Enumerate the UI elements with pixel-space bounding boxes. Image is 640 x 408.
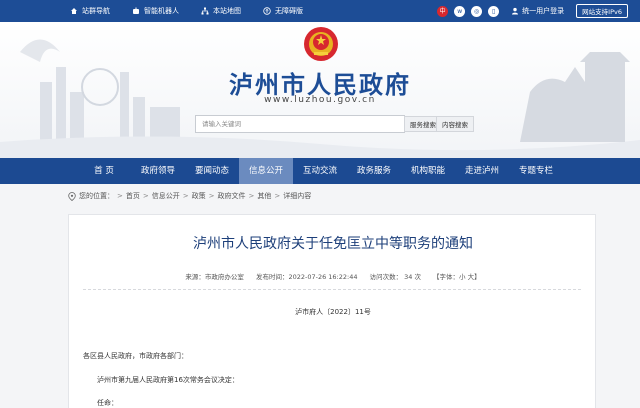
breadcrumb-policy[interactable]: 政策: [192, 191, 206, 201]
divider: [83, 289, 581, 290]
robot-icon: [133, 7, 139, 14]
weibo-icon[interactable]: w: [454, 5, 466, 17]
ipv6-badge: 网站支持IPv6: [576, 4, 628, 18]
nav-item-services[interactable]: 政务服务: [347, 158, 401, 184]
site-group-nav-label: 站群导航: [82, 7, 110, 15]
article-greeting: 各区县人民政府，市政府各部门：: [83, 352, 188, 360]
sitemap-label: 本站地图: [213, 7, 241, 15]
top-right-tools: 中 w ◎ ▯ 统一用户登录 网站支持IPv6: [437, 0, 628, 22]
nav-item-institutions[interactable]: 机构职能: [401, 158, 455, 184]
breadcrumb-separator: >: [182, 192, 189, 200]
breadcrumb-separator: >: [274, 192, 281, 200]
sitemap-icon: [201, 7, 209, 15]
unified-login-label: 统一用户登录: [522, 7, 565, 15]
search-input[interactable]: 请输入关键词: [195, 115, 405, 133]
article-publish-time: 发布时间：2022-07-26 16:22:44: [255, 273, 358, 281]
wechat-icon[interactable]: ◎: [471, 5, 483, 17]
breadcrumb-separator: >: [117, 192, 123, 200]
nav-item-about-luzhou[interactable]: 走进泸州: [455, 158, 509, 184]
breadcrumb-separator: >: [142, 192, 149, 200]
location-pin-icon: [68, 191, 76, 201]
nav-item-interaction[interactable]: 互动交流: [293, 158, 347, 184]
article-meta: 来源：市政府办公室 发布时间：2022-07-26 16:22:44 访问次数：…: [69, 271, 597, 281]
breadcrumb-separator: >: [208, 192, 215, 200]
robot-label: 智能机器人: [144, 7, 179, 15]
breadcrumb-home[interactable]: 首页: [126, 191, 140, 201]
article-panel: 泸州市人民政府关于任免匡立中等职务的通知 来源：市政府办公室 发布时间：2022…: [68, 214, 596, 408]
content-search-button[interactable]: 内容搜索: [436, 116, 474, 132]
search-placeholder: 请输入关键词: [202, 120, 241, 128]
article-view-count: 访问次数： 34 次: [369, 273, 421, 281]
breadcrumb-prefix: 您的位置：: [79, 192, 114, 200]
user-icon: [512, 7, 519, 15]
language-zh-button[interactable]: 中: [437, 5, 449, 17]
breadcrumb-info-disclosure[interactable]: 信息公开: [152, 191, 180, 201]
main-nav: 首 页 政府领导 要闻动态 信息公开 互动交流 政务服务 机构职能 走进泸州 专…: [0, 158, 640, 184]
breadcrumb-other[interactable]: 其他: [257, 191, 271, 201]
nav-item-leaders[interactable]: 政府领导: [131, 158, 185, 184]
article-title: 泸州市人民政府关于任免匡立中等职务的通知: [193, 236, 473, 252]
accessibility-label: 无障碍版: [275, 7, 303, 15]
font-size-toggle[interactable]: 【字体：小 大】: [433, 273, 481, 281]
document-number: 泸市府人〔2022〕11号: [295, 308, 371, 316]
sitemap-link[interactable]: 本站地图: [201, 6, 241, 16]
top-links: 站群导航 智能机器人 本站地图 无障碍版: [70, 0, 303, 22]
article-source: 来源：市政府办公室: [185, 273, 244, 281]
top-utility-bar: 站群导航 智能机器人 本站地图 无障碍版 中 w ◎ ▯ 统一用户登录 网站支持…: [0, 0, 640, 22]
breadcrumb-separator: >: [248, 192, 255, 200]
mobile-icon[interactable]: ▯: [488, 5, 500, 17]
nav-item-special-topics[interactable]: 专题专栏: [509, 158, 563, 184]
accessibility-icon: [263, 7, 271, 15]
site-url: www.luzhou.gov.cn: [264, 95, 376, 105]
robot-link[interactable]: 智能机器人: [132, 6, 179, 16]
breadcrumb-gov-documents[interactable]: 政府文件: [218, 191, 246, 201]
article-paragraph: 泸州市第九届人民政府第16次常务会议决定：: [97, 376, 239, 384]
home-icon: [71, 8, 77, 14]
site-group-nav-link[interactable]: 站群导航: [70, 6, 110, 16]
header-banner: 泸州市人民政府 www.luzhou.gov.cn 请输入关键词 服务搜索 内容…: [0, 22, 640, 158]
nav-item-info-disclosure[interactable]: 信息公开: [239, 158, 293, 184]
nav-item-home[interactable]: 首 页: [77, 158, 131, 184]
national-emblem-icon: [304, 27, 338, 61]
nav-item-news[interactable]: 要闻动态: [185, 158, 239, 184]
breadcrumb: 您的位置： > 首页 > 信息公开 > 政策 > 政府文件 > 其他 > 详细内…: [68, 190, 311, 202]
unified-login-link[interactable]: 统一用户登录: [511, 6, 564, 16]
accessibility-link[interactable]: 无障碍版: [263, 6, 303, 16]
breadcrumb-current: 详细内容: [283, 192, 312, 200]
article-paragraph: 任命：: [97, 399, 118, 407]
